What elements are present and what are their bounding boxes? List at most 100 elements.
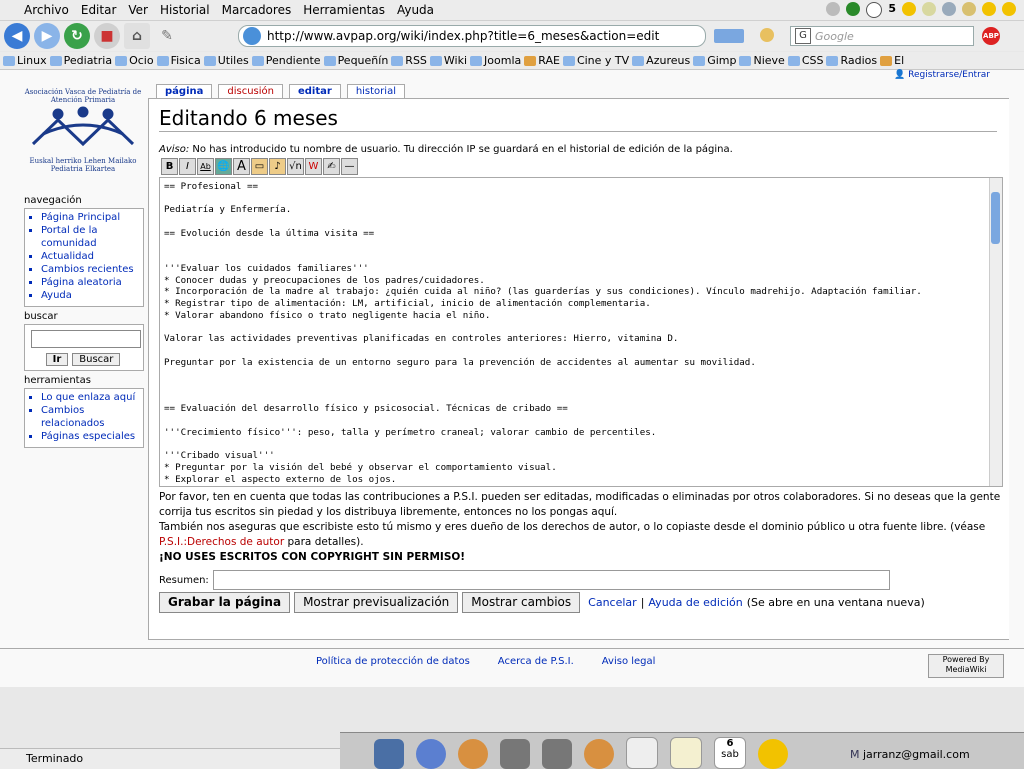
save-button[interactable]: Grabar la página xyxy=(159,592,291,613)
tab-discussion[interactable]: discusión xyxy=(218,84,283,99)
bookmark-folder[interactable]: Radios xyxy=(826,54,877,67)
calendar-icon[interactable]: 6 sab xyxy=(714,737,746,769)
menu-archivo[interactable]: Archivo xyxy=(0,3,75,17)
mail-icon[interactable] xyxy=(670,737,702,769)
sidebar-item-related-changes[interactable]: Cambios relacionados xyxy=(41,404,139,430)
edit-textarea-content[interactable]: == Profesional == Pediatría y Enfermería… xyxy=(160,178,1002,486)
menu-historial[interactable]: Historial xyxy=(154,3,216,17)
gimp-icon[interactable] xyxy=(542,739,572,769)
extension-icon[interactable] xyxy=(760,28,774,42)
signature-icon[interactable]: ✍ xyxy=(323,158,340,175)
copyright-link[interactable]: P.S.I.:Derechos de autor xyxy=(159,536,284,548)
sidebar-item-random-page[interactable]: Página aleatoria xyxy=(41,276,139,289)
tab-history[interactable]: historial xyxy=(346,84,405,99)
menu-editar[interactable]: Editar xyxy=(75,3,123,17)
search-box[interactable]: G Google xyxy=(790,26,974,46)
back-icon[interactable]: ◀ xyxy=(4,23,30,49)
italic-icon[interactable]: I xyxy=(179,158,196,175)
weather-icon[interactable] xyxy=(758,739,788,769)
adblock-icon[interactable]: ABP xyxy=(982,27,1000,45)
stop-icon[interactable]: ■ xyxy=(94,23,120,49)
presentation-icon[interactable] xyxy=(626,737,658,769)
internal-link-icon[interactable]: Ab xyxy=(197,158,214,175)
bookmark-folder[interactable]: Linux xyxy=(3,54,47,67)
home-icon[interactable]: ⌂ xyxy=(124,23,150,49)
gimp-icon[interactable] xyxy=(500,739,530,769)
bookmark-folder[interactable]: CSS xyxy=(787,54,823,67)
mediawiki-badge[interactable]: Powered By MediaWiki xyxy=(928,654,1004,678)
partly-cloudy-icon xyxy=(962,2,976,16)
textarea-scrollbar[interactable] xyxy=(989,178,1002,486)
url-bar[interactable]: http://www.avpap.org/wiki/index.php?titl… xyxy=(238,25,706,47)
bookmark-folder[interactable]: El xyxy=(880,54,904,67)
login-link[interactable]: Registrarse/Entrar xyxy=(908,70,990,80)
reload-icon[interactable]: ↻ xyxy=(64,23,90,49)
show-changes-button[interactable]: Mostrar cambios xyxy=(462,592,581,613)
sidebar-search-input[interactable] xyxy=(31,330,141,348)
bookmark-folder[interactable]: Ocio xyxy=(115,54,154,67)
bookmark-folder[interactable]: Cine y TV xyxy=(562,54,629,67)
bookmark-folder[interactable]: Utiles xyxy=(203,54,249,67)
forward-icon[interactable]: ▶ xyxy=(34,23,60,49)
site-logo[interactable]: Asociación Vasca de Pediatría de Atenció… xyxy=(18,88,148,173)
sidebar-item-recent-changes[interactable]: Cambios recientes xyxy=(41,263,139,276)
nowiki-icon[interactable]: W xyxy=(305,158,322,175)
edit-textarea[interactable]: == Profesional == Pediatría y Enfermería… xyxy=(159,177,1003,487)
search-button[interactable]: Buscar xyxy=(72,353,121,366)
edit-buttons: Grabar la página Mostrar previsualizació… xyxy=(159,592,925,613)
privacy-link[interactable]: Política de protección de datos xyxy=(316,656,470,667)
bookmark-star-icon[interactable]: ✎ xyxy=(154,23,180,49)
bookmark-folder[interactable]: Pequeñín xyxy=(323,54,388,67)
bookmark-folder[interactable]: Pediatria xyxy=(49,54,112,67)
search-tool-icon[interactable] xyxy=(584,739,614,769)
scrollbar-thumb[interactable] xyxy=(991,192,1000,244)
search-tool-icon[interactable] xyxy=(458,739,488,769)
tab-page[interactable]: página xyxy=(156,84,213,99)
about-link[interactable]: Acerca de P.S.I. xyxy=(498,656,574,667)
search-placeholder[interactable]: Google xyxy=(815,30,854,43)
bookmark-folder[interactable]: RAE xyxy=(524,54,560,67)
browser-icon[interactable] xyxy=(416,739,446,769)
media-icon[interactable]: ♪ xyxy=(269,158,286,175)
horizontal-line-icon[interactable]: — xyxy=(341,158,358,175)
bold-icon[interactable]: B xyxy=(161,158,178,175)
menu-ver[interactable]: Ver xyxy=(122,3,154,17)
disclaimer-link[interactable]: Aviso legal xyxy=(602,656,656,667)
sidebar-item-main-page[interactable]: Página Principal xyxy=(41,211,139,224)
image-icon[interactable]: ▭ xyxy=(251,158,268,175)
menu-herramientas[interactable]: Herramientas xyxy=(297,3,391,17)
bookmark-folder[interactable]: Wiki xyxy=(429,54,467,67)
sidebar-item-current-events[interactable]: Actualidad xyxy=(41,250,139,263)
bookmark-folder[interactable]: Pendiente xyxy=(251,54,321,67)
sidebar-item-what-links-here[interactable]: Lo que enlaza aquí xyxy=(41,391,139,404)
menu-ayuda[interactable]: Ayuda xyxy=(391,3,440,17)
go-button[interactable]: Ir xyxy=(45,353,69,366)
email-address[interactable]: jarranz@gmail.com xyxy=(863,748,970,761)
tray-number: 5 xyxy=(888,2,896,15)
tab-edit[interactable]: editar xyxy=(288,84,341,99)
preview-button[interactable]: Mostrar previsualización xyxy=(294,592,459,613)
files-icon[interactable] xyxy=(374,739,404,769)
sidebar-item-help[interactable]: Ayuda xyxy=(41,289,139,302)
menu-marcadores[interactable]: Marcadores xyxy=(216,3,298,17)
bookmark-folder[interactable]: Joomla xyxy=(470,54,521,67)
bookmark-folder[interactable]: RSS xyxy=(391,54,427,67)
external-link-icon[interactable]: 🌐 xyxy=(215,158,232,175)
summary-input[interactable] xyxy=(212,570,890,590)
bookmark-folder[interactable]: Azureus xyxy=(632,54,690,67)
sidebar-item-special-pages[interactable]: Páginas especiales xyxy=(41,430,139,443)
bookmark-folder[interactable]: Fisica xyxy=(156,54,201,67)
sidebar-item-community-portal[interactable]: Portal de la comunidad xyxy=(41,224,139,250)
url-text[interactable]: http://www.avpap.org/wiki/index.php?titl… xyxy=(267,29,659,43)
folder-icon xyxy=(391,55,404,66)
headline-icon[interactable]: A xyxy=(233,158,250,175)
folder-icon xyxy=(562,55,575,66)
math-icon[interactable]: √n xyxy=(287,158,304,175)
edit-help-link[interactable]: Ayuda de edición xyxy=(648,596,742,609)
summary-label: Resumen: xyxy=(159,574,209,586)
cancel-link[interactable]: Cancelar xyxy=(588,596,637,609)
bookmark-folder[interactable]: Nieve xyxy=(739,54,785,67)
bookmark-folder[interactable]: Gimp xyxy=(693,54,736,67)
status-icon xyxy=(846,2,861,16)
rss-icon[interactable] xyxy=(714,29,744,43)
